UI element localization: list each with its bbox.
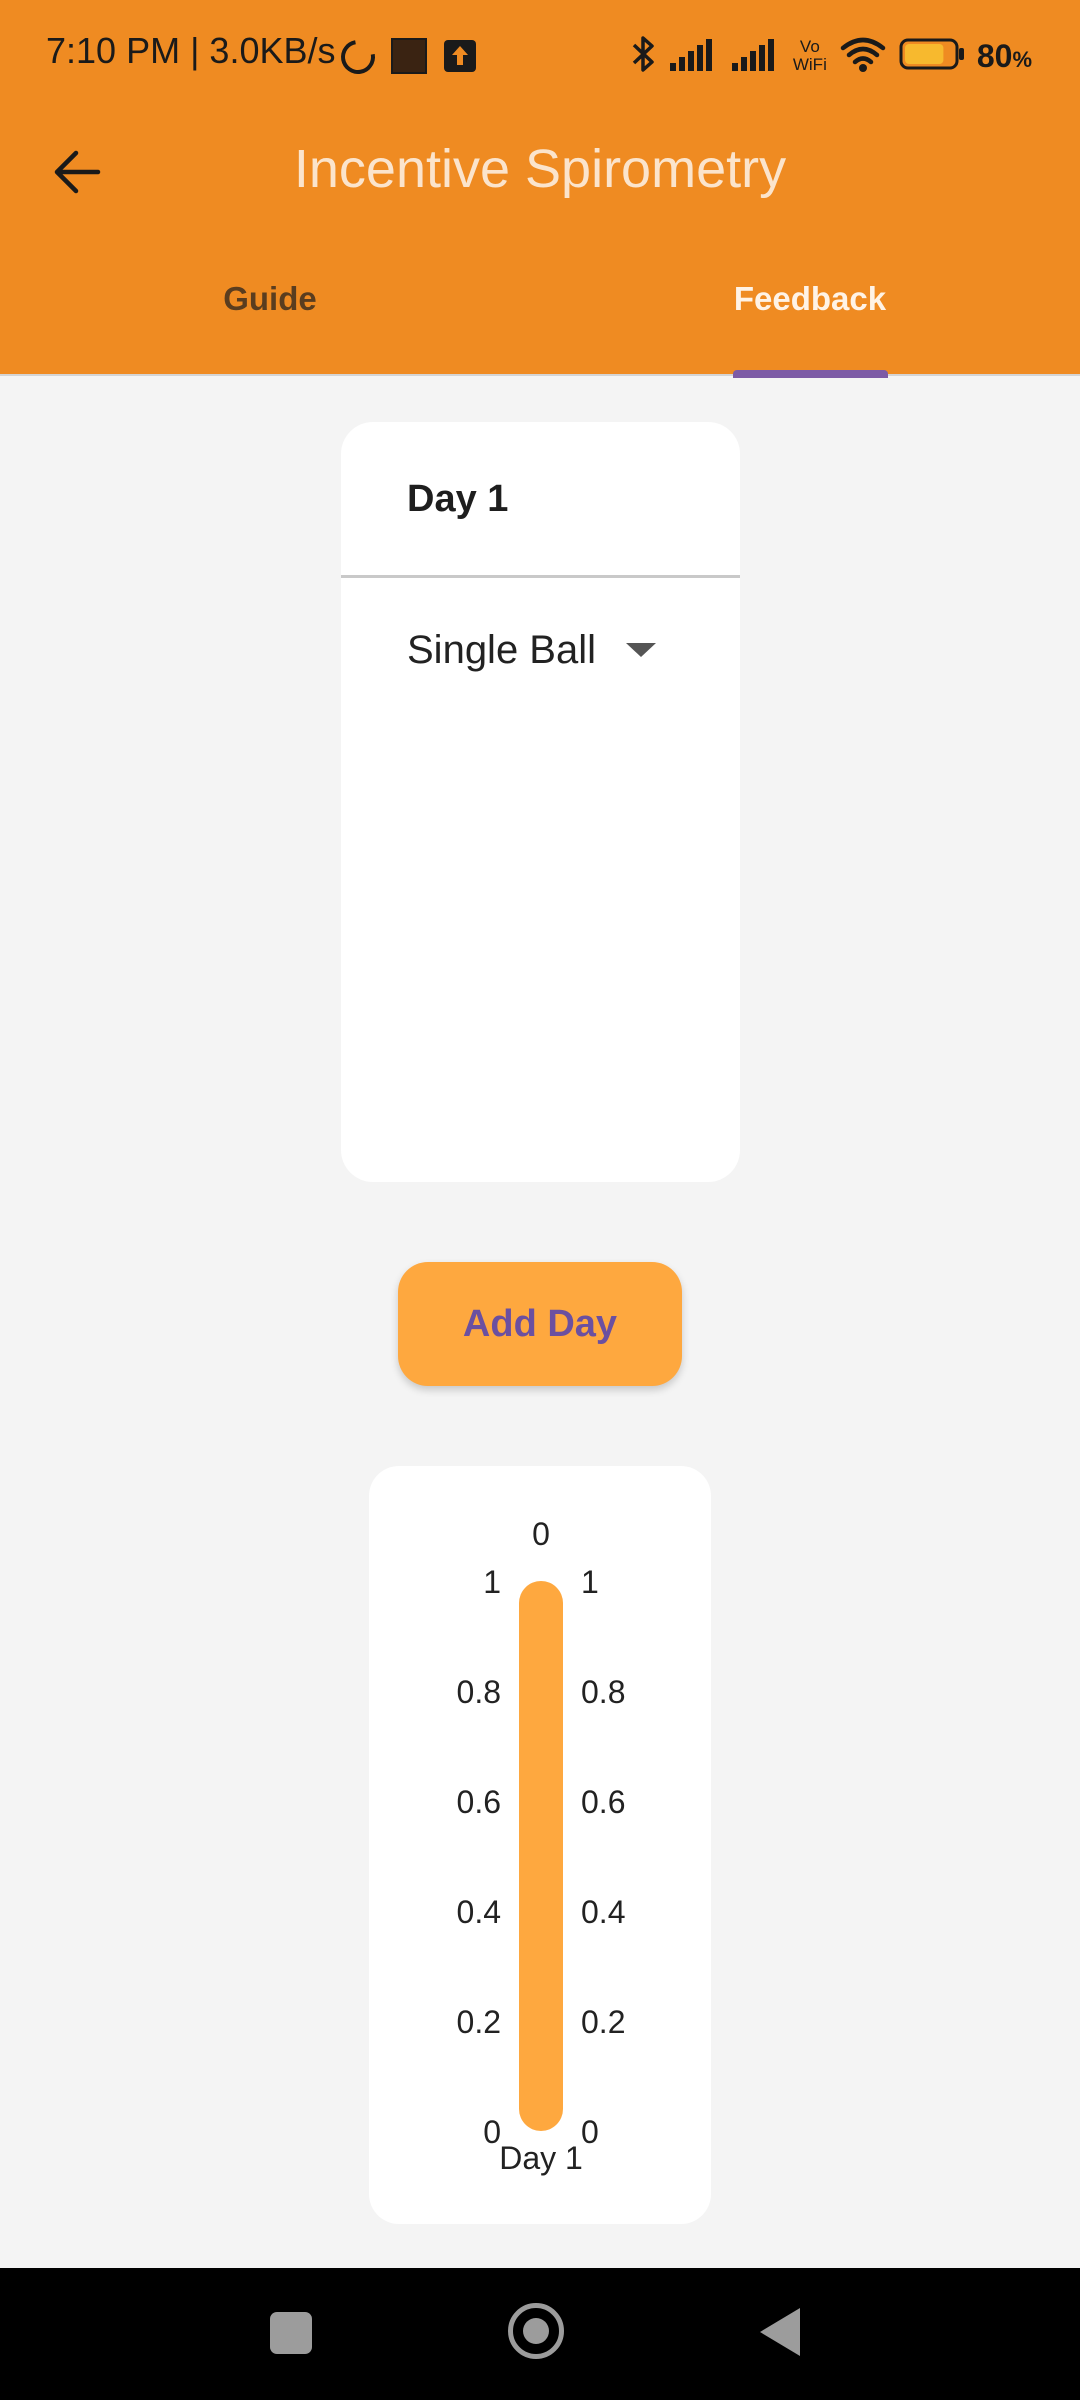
right-axis-tick: 0.6 [581, 1784, 625, 1820]
tab-guide[interactable]: Guide [0, 280, 540, 376]
status-icons-group: Vo WiFi 80% [631, 30, 1032, 82]
ball-type-dropdown[interactable]: Single Ball [407, 620, 657, 680]
battery-percent: 80% [977, 38, 1032, 75]
vowifi-icon: Vo WiFi [793, 38, 827, 74]
left-axis-tick: 0.2 [457, 2004, 501, 2040]
status-bar: 7:10 PM | 3.0KB/s Vo WiFi 80% [0, 0, 1080, 112]
chart-bar [519, 1581, 563, 2131]
day-card-header: Day 1 [341, 422, 740, 578]
bluetooth-icon [631, 34, 657, 79]
day-card: Day 1 Single Ball [341, 422, 740, 1182]
caret-down-icon [626, 643, 657, 657]
notification-square-icon [391, 38, 427, 74]
chart-card: Day 1 0 0 0.2 0.4 0.6 0.8 1 0 0.2 0.4 0.6 0.8 1 [369, 1466, 711, 2224]
right-axis-tick: 0.8 [581, 1674, 625, 1710]
wifi-icon [839, 35, 887, 78]
signal-icon [669, 37, 719, 76]
left-axis-tick: 1 [483, 1564, 501, 1600]
vowifi-line1: Vo [799, 37, 820, 56]
tab-indicator [733, 370, 888, 378]
right-axis-tick: 0.2 [581, 2004, 625, 2040]
back-triangle-icon[interactable] [760, 2308, 800, 2356]
x-tick-label: Day 1 [499, 2140, 583, 2176]
left-axis-tick: 0 [483, 2114, 501, 2150]
battery-percent-value: 80 [976, 37, 1013, 74]
signal-icon [731, 37, 781, 76]
left-axis-tick: 0.8 [457, 1674, 501, 1710]
recents-square-icon[interactable] [270, 2312, 312, 2354]
upload-icon [444, 40, 476, 72]
tab-feedback[interactable]: Feedback [540, 280, 1080, 376]
home-dot [523, 2318, 549, 2344]
day-label: Day 1 [407, 478, 509, 520]
right-axis-tick: 1 [581, 1564, 599, 1600]
battery-icon [899, 37, 965, 76]
vowifi-line2: WiFi [792, 55, 827, 74]
left-axis-tick: 0.6 [457, 1784, 501, 1820]
dropdown-selected-value: Single Ball [407, 627, 597, 672]
right-axis-tick: 0.4 [581, 1894, 625, 1930]
home-circle-icon[interactable] [508, 2303, 564, 2359]
left-axis-tick: 0.4 [457, 1894, 501, 1930]
bar-top-label: 0 [532, 1516, 550, 1552]
loading-icon [334, 33, 382, 81]
add-day-button[interactable]: Add Day [398, 1262, 682, 1386]
status-time: 7:10 PM | 3.0KB/s [46, 30, 336, 71]
bar-chart: Day 1000.20.40.60.8100.20.40.60.81 [457, 1516, 626, 2176]
battery-percent-unit: % [1012, 46, 1032, 72]
right-axis-tick: 0 [581, 2114, 599, 2150]
app-bar: Incentive Spirometry Guide Feedback [0, 112, 1080, 378]
page-title: Incentive Spirometry [293, 139, 787, 199]
